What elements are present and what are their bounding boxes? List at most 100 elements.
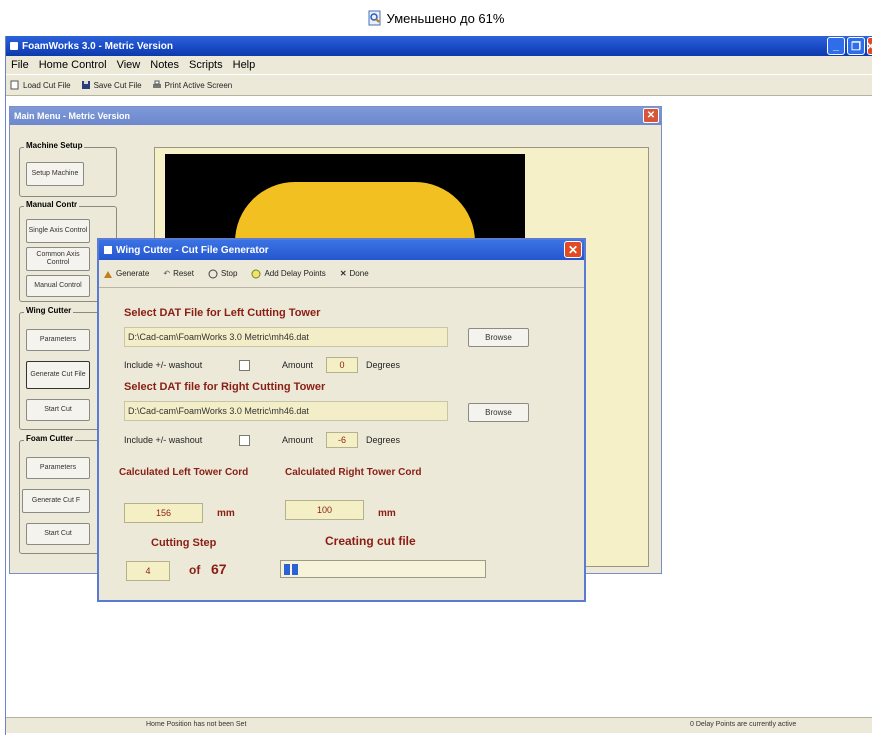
progress-block xyxy=(292,564,298,575)
dialog-titlebar: Wing Cutter - Cut File Generator ✕ xyxy=(99,240,584,260)
done-button[interactable]: ✕ Done xyxy=(340,269,369,278)
print-icon xyxy=(152,80,161,88)
setup-machine-button[interactable]: Setup Machine xyxy=(26,162,84,186)
right-washout-checkbox[interactable] xyxy=(239,435,250,446)
print-active-screen-button[interactable]: Print Active Screen xyxy=(152,80,233,90)
reset-icon: ↶ xyxy=(163,269,171,278)
status-bar: Home Position has not been Set 0 Delay P… xyxy=(6,717,872,733)
left-washout-label: Include +/- washout xyxy=(124,360,203,370)
app-titlebar: FoamWorks 3.0 - Metric Version _ ❐ ✕ xyxy=(6,36,872,56)
add-delay-icon xyxy=(251,269,261,278)
print-label: Print Active Screen xyxy=(164,80,233,90)
generate-icon xyxy=(104,270,112,278)
menubar: File Home Control View Notes Scripts Hel… xyxy=(6,56,872,74)
stop-label: Stop xyxy=(220,269,238,278)
add-delay-points-button[interactable]: Add Delay Points xyxy=(251,269,326,279)
cutting-step-label: Cutting Step xyxy=(151,537,217,549)
main-menu-title: Main Menu - Metric Version xyxy=(14,111,131,121)
dialog-close-button[interactable]: ✕ xyxy=(564,241,582,258)
mdi-client: Main Menu - Metric Version ✕ Machine Set… xyxy=(6,96,872,713)
left-dat-heading: Select DAT File for Left Cutting Tower xyxy=(124,307,321,319)
menu-file[interactable]: File xyxy=(6,59,34,71)
cut-file-generator-dialog: Wing Cutter - Cut File Generator ✕ Gener… xyxy=(97,238,586,602)
reset-label: Reset xyxy=(173,269,194,278)
left-degrees-label: Degrees xyxy=(366,360,401,370)
current-step-value: 4 xyxy=(126,561,170,581)
cut-progress-bar xyxy=(280,560,486,578)
zoom-banner[interactable]: Уменьшено до 61% xyxy=(0,0,872,36)
zoom-text: Уменьшено до 61% xyxy=(386,10,505,26)
save-cut-file-button[interactable]: Save Cut File xyxy=(81,80,142,90)
foam-generate-cut-file-button[interactable]: Generate Cut F xyxy=(22,489,90,513)
progress-block xyxy=(284,564,290,575)
dialog-toolbar: Generate ↶ Reset Stop Add Delay Points ✕… xyxy=(99,260,584,288)
menu-home-control[interactable]: Home Control xyxy=(34,59,112,71)
status-home-position: Home Position has not been Set xyxy=(146,721,247,728)
stop-button[interactable]: Stop xyxy=(208,269,237,279)
status-delay-points: 0 Delay Points are currently active xyxy=(690,721,797,728)
minimize-button[interactable]: _ xyxy=(827,37,845,55)
main-menu-titlebar: Main Menu - Metric Version ✕ xyxy=(10,107,661,125)
done-label: Done xyxy=(349,269,369,278)
save-label: Save Cut File xyxy=(93,80,142,90)
menu-notes[interactable]: Notes xyxy=(145,59,184,71)
load-cut-file-button[interactable]: Load Cut File xyxy=(10,80,71,90)
right-cord-unit: mm xyxy=(378,508,396,519)
reset-button[interactable]: ↶ Reset xyxy=(163,269,194,278)
single-axis-control-button[interactable]: Single Axis Control xyxy=(26,219,90,243)
left-browse-button[interactable]: Browse xyxy=(468,328,529,347)
right-degrees-label: Degrees xyxy=(366,435,401,445)
restore-button[interactable]: ❐ xyxy=(847,37,865,55)
menu-scripts[interactable]: Scripts xyxy=(184,59,228,71)
right-dat-heading: Select DAT file for Right Cutting Tower xyxy=(124,381,326,393)
group-foam-cutter-label: Foam Cutter xyxy=(24,434,76,443)
right-amount-input[interactable]: -6 xyxy=(326,432,358,448)
airfoil-preview-shape xyxy=(235,182,475,242)
left-dat-path-field[interactable]: D:\Cad-cam\FoamWorks 3.0 Metric\mh46.dat xyxy=(124,327,448,347)
done-icon: ✕ xyxy=(339,269,347,278)
add-delay-label: Add Delay Points xyxy=(264,269,326,278)
right-amount-label: Amount xyxy=(282,435,314,445)
dialog-icon xyxy=(104,246,112,254)
close-button[interactable]: ✕ xyxy=(866,37,872,55)
zoom-icon xyxy=(368,10,381,26)
wing-generate-cut-file-button[interactable]: Generate Cut File xyxy=(26,361,90,389)
group-machine-setup: Machine Setup Setup Machine xyxy=(19,141,117,197)
generate-label: Generate xyxy=(116,269,150,278)
left-amount-input[interactable]: 0 xyxy=(326,357,358,373)
step-of-label: of xyxy=(189,563,201,577)
main-toolbar: Load Cut File Save Cut File Print Active… xyxy=(6,74,872,96)
left-amount-label: Amount xyxy=(282,360,314,370)
menu-view[interactable]: View xyxy=(112,59,146,71)
app-title: FoamWorks 3.0 - Metric Version xyxy=(22,40,173,52)
common-axis-control-button[interactable]: Common Axis Control xyxy=(26,247,90,271)
left-washout-checkbox[interactable] xyxy=(239,360,250,371)
group-manual-control-label: Manual Contr xyxy=(24,200,80,209)
left-cord-unit: mm xyxy=(217,508,235,519)
app-window: FoamWorks 3.0 - Metric Version _ ❐ ✕ Fil… xyxy=(5,36,872,735)
open-file-icon xyxy=(10,80,19,90)
generate-button[interactable]: Generate xyxy=(103,269,149,279)
left-cord-value: 156 xyxy=(124,503,203,523)
left-cord-label: Calculated Left Tower Cord xyxy=(119,467,249,478)
right-cord-value: 100 xyxy=(285,500,364,520)
total-steps-value: 67 xyxy=(211,561,227,577)
save-icon xyxy=(81,81,90,89)
foam-parameters-button[interactable]: Parameters xyxy=(26,457,90,479)
right-browse-button[interactable]: Browse xyxy=(468,403,529,422)
app-icon xyxy=(10,42,18,50)
right-washout-label: Include +/- washout xyxy=(124,435,203,445)
dialog-title: Wing Cutter - Cut File Generator xyxy=(116,244,269,256)
wing-start-cut-button[interactable]: Start Cut xyxy=(26,399,90,421)
stop-icon xyxy=(208,269,218,278)
foam-start-cut-button[interactable]: Start Cut xyxy=(26,523,90,545)
wing-parameters-button[interactable]: Parameters xyxy=(26,329,90,351)
creating-cut-file-status: Creating cut file xyxy=(325,534,416,548)
group-machine-setup-label: Machine Setup xyxy=(24,141,85,150)
main-menu-close-button[interactable]: ✕ xyxy=(643,108,659,123)
manual-control-button[interactable]: Manual Control xyxy=(26,275,90,297)
group-wing-cutter-label: Wing Cutter xyxy=(24,306,74,315)
load-label: Load Cut File xyxy=(23,80,71,90)
menu-help[interactable]: Help xyxy=(228,59,261,71)
right-dat-path-field[interactable]: D:\Cad-cam\FoamWorks 3.0 Metric\mh46.dat xyxy=(124,401,448,421)
